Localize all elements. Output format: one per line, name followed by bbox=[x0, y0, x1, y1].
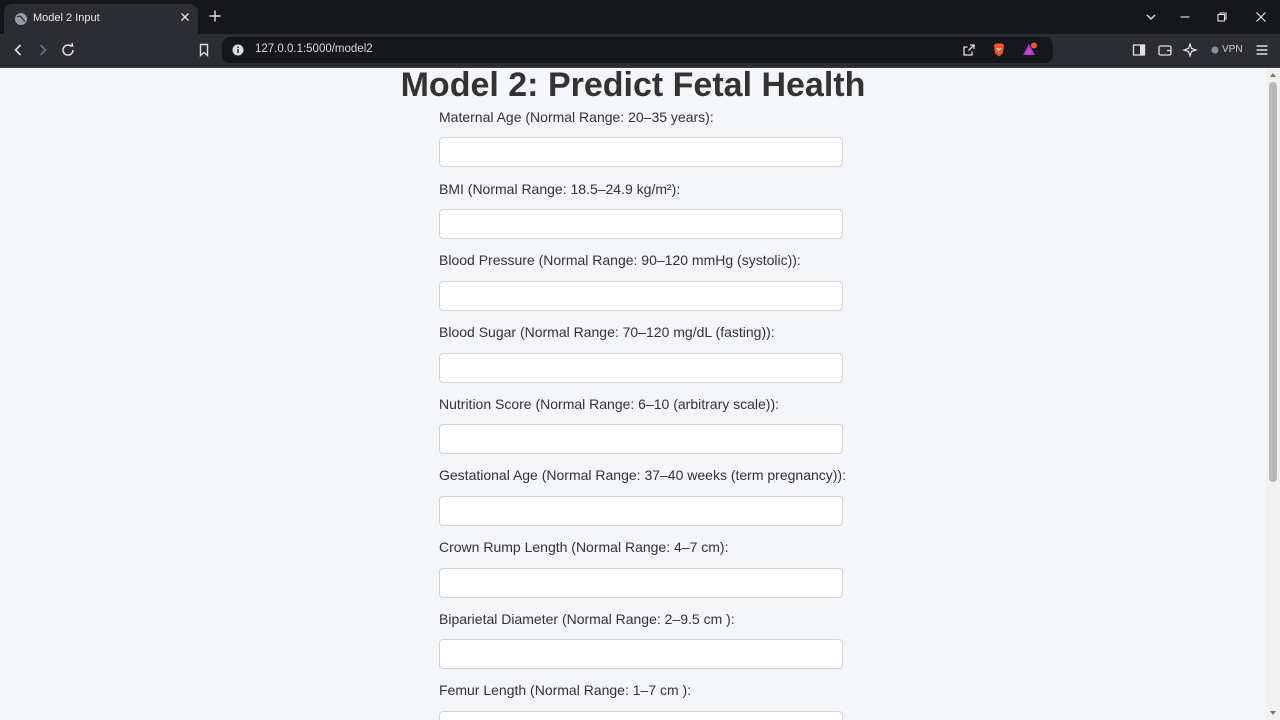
blood-pressure-input[interactable] bbox=[439, 281, 843, 311]
bmi-input[interactable] bbox=[439, 209, 843, 239]
crown-rump-length-label: Crown Rump Length (Normal Range: 4–7 cm)… bbox=[439, 539, 729, 555]
gestational-age-label: Gestational Age (Normal Range: 37–40 wee… bbox=[439, 467, 846, 483]
crown-rump-length-input[interactable] bbox=[439, 568, 843, 598]
page-title: Model 2: Predict Fetal Health bbox=[400, 68, 866, 104]
restore-icon[interactable] bbox=[1215, 10, 1229, 24]
globe-icon bbox=[15, 13, 27, 25]
vpn-label[interactable]: VPN bbox=[1222, 44, 1243, 55]
close-tab-icon[interactable] bbox=[178, 10, 192, 24]
tab-title: Model 2 Input bbox=[33, 12, 100, 24]
blood-sugar-input[interactable] bbox=[439, 353, 843, 383]
femur-length-input[interactable] bbox=[439, 711, 843, 720]
new-tab-icon[interactable] bbox=[208, 9, 222, 23]
address-bar[interactable]: 127.0.0.1:5000/model2 bbox=[222, 37, 1053, 63]
nutrition-score-input[interactable] bbox=[439, 424, 843, 454]
biparietal-diameter-label: Biparietal Diameter (Normal Range: 2–9.5… bbox=[439, 611, 735, 627]
brave-rewards-icon[interactable] bbox=[1021, 42, 1037, 58]
back-icon[interactable] bbox=[10, 42, 26, 58]
scroll-up-arrow-icon[interactable] bbox=[1269, 71, 1277, 79]
biparietal-diameter-input[interactable] bbox=[439, 639, 843, 669]
blood-pressure-label: Blood Pressure (Normal Range: 90–120 mmH… bbox=[439, 252, 801, 268]
close-window-icon[interactable] bbox=[1254, 10, 1268, 24]
site-info-icon[interactable] bbox=[230, 42, 246, 58]
reload-icon[interactable] bbox=[60, 42, 76, 58]
page-scrollbar[interactable] bbox=[1266, 68, 1280, 720]
tab-model2-input[interactable]: Model 2 Input bbox=[4, 4, 198, 34]
tab-strip: Model 2 Input bbox=[0, 0, 1280, 34]
tab-search-chevron-icon[interactable] bbox=[1144, 10, 1158, 24]
nutrition-score-label: Nutrition Score (Normal Range: 6–10 (arb… bbox=[439, 396, 780, 412]
menu-icon[interactable] bbox=[1254, 42, 1270, 58]
share-icon[interactable] bbox=[961, 42, 977, 58]
bmi-label: BMI (Normal Range: 18.5–24.9 kg/m²): bbox=[439, 181, 681, 197]
minimize-icon[interactable] bbox=[1178, 10, 1192, 24]
wallet-icon[interactable] bbox=[1157, 42, 1173, 58]
gestational-age-input[interactable] bbox=[439, 496, 843, 526]
leo-ai-icon[interactable] bbox=[1182, 42, 1198, 58]
maternal-age-input[interactable] bbox=[439, 137, 843, 167]
brave-shields-icon[interactable] bbox=[991, 42, 1007, 58]
maternal-age-label: Maternal Age (Normal Range: 20–35 years)… bbox=[439, 109, 714, 125]
blood-sugar-label: Blood Sugar (Normal Range: 70–120 mg/dL … bbox=[439, 324, 775, 340]
bookmark-icon[interactable] bbox=[196, 42, 212, 58]
page-viewport: Model 2: Predict Fetal Health Maternal A… bbox=[0, 68, 1266, 720]
femur-length-label: Femur Length (Normal Range: 1–7 cm ): bbox=[439, 682, 692, 698]
vpn-status-icon[interactable] bbox=[1207, 42, 1223, 58]
sidebar-icon[interactable] bbox=[1131, 42, 1147, 58]
scrollbar-thumb[interactable] bbox=[1269, 82, 1277, 482]
scroll-down-arrow-icon[interactable] bbox=[1269, 709, 1277, 717]
forward-icon[interactable] bbox=[35, 42, 51, 58]
browser-toolbar: 127.0.0.1:5000/model2 VPN bbox=[0, 34, 1280, 68]
url-text: 127.0.0.1:5000/model2 bbox=[255, 43, 373, 55]
